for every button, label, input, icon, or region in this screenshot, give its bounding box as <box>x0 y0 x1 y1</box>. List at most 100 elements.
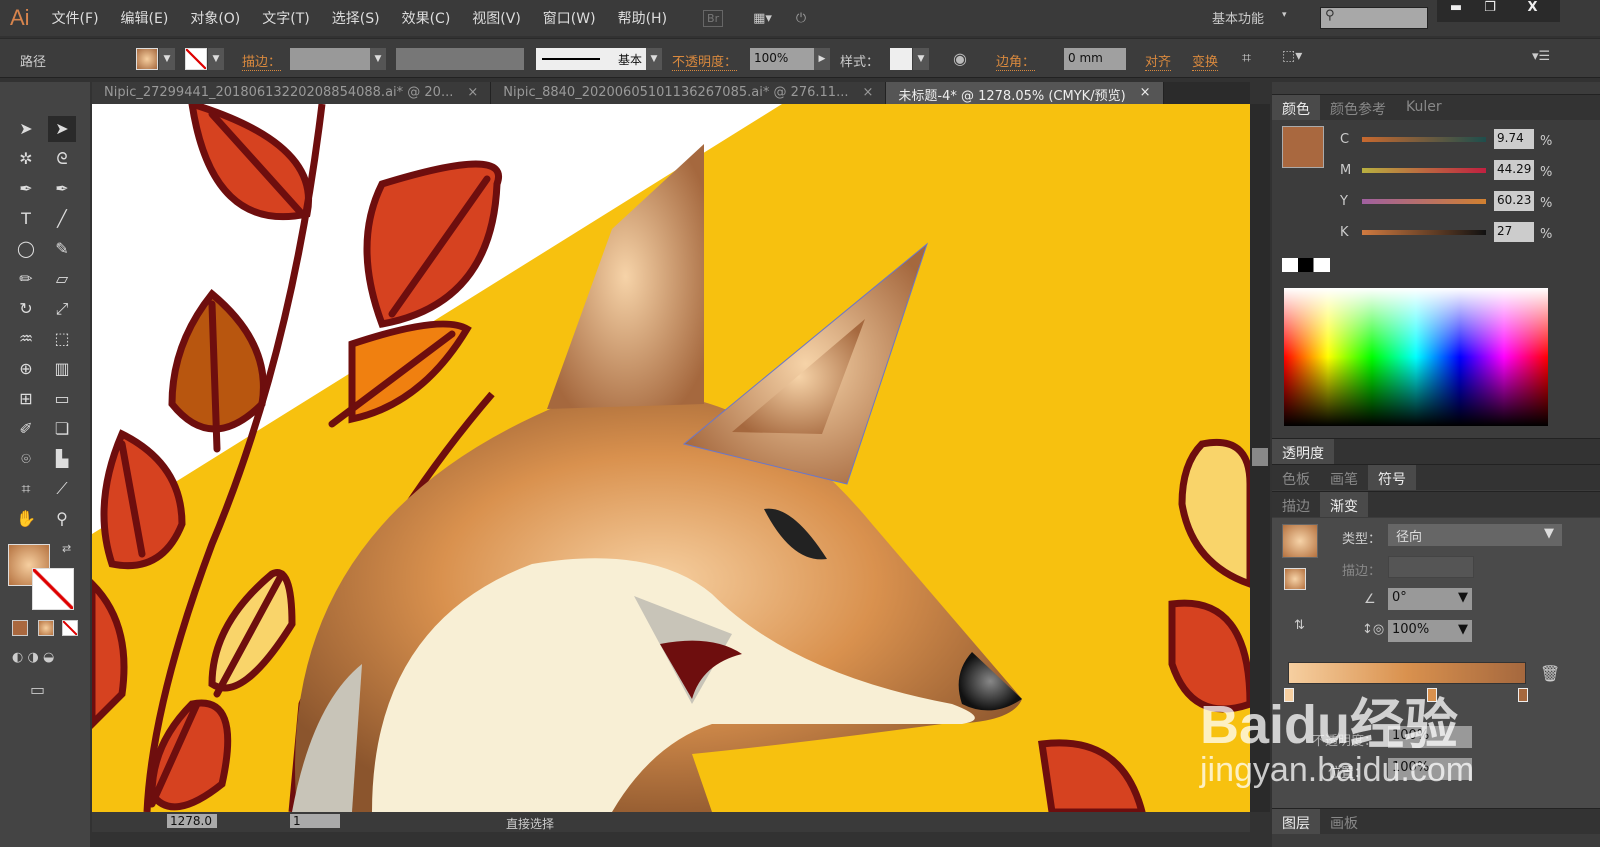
isolate-icon[interactable]: ⌗ <box>1242 48 1251 68</box>
shape-builder-tool-icon[interactable]: ⊕ <box>12 356 40 382</box>
magic-wand-tool-icon[interactable]: ✲ <box>12 146 40 172</box>
gradient-preview-swatch[interactable] <box>1282 524 1318 558</box>
current-color-swatch[interactable] <box>1282 126 1324 168</box>
tab-symbols[interactable]: 符号 <box>1368 465 1416 490</box>
reverse-gradient-icon[interactable]: ⇅ <box>1294 618 1305 633</box>
symbol-sprayer-tool-icon[interactable]: ⌾ <box>12 446 40 472</box>
brush-dropdown[interactable]: ▼ <box>646 48 662 70</box>
none-black-white-swatches[interactable] <box>1282 258 1330 272</box>
recolor-icon[interactable]: ◉ <box>953 49 967 68</box>
pencil-tool-icon[interactable]: ✏ <box>12 266 40 292</box>
line-tool-icon[interactable]: ╱ <box>48 206 76 232</box>
close-icon[interactable]: × <box>862 85 873 101</box>
tab-document-2[interactable]: Nipic_8840_20200605101136267085.ai* @ 27… <box>491 82 887 104</box>
stroke-label[interactable]: 描边： <box>242 51 282 71</box>
artboard-tool-icon[interactable]: ⌗ <box>12 476 40 502</box>
aspect-ratio-field[interactable]: 100% ▼ <box>1388 620 1472 642</box>
scale-tool-icon[interactable]: ⤢ <box>48 296 76 322</box>
angle-field[interactable]: 0° ▼ <box>1388 588 1472 610</box>
restore-button[interactable]: ❐ <box>1475 0 1505 22</box>
style-dropdown[interactable]: ▼ <box>913 48 929 70</box>
gradient-stop[interactable] <box>1518 688 1528 702</box>
corner-field[interactable]: 0 mm <box>1064 48 1126 70</box>
tab-gradient[interactable]: 渐变 <box>1320 492 1368 517</box>
transform-link[interactable]: 变换 <box>1192 51 1219 71</box>
tab-color-guide[interactable]: 颜色参考 <box>1320 95 1396 120</box>
gradient-tool-icon[interactable]: ▭ <box>48 386 76 412</box>
panel-menu-icon[interactable]: ▾☰ <box>1532 49 1550 64</box>
perspective-grid-tool-icon[interactable]: ▥ <box>48 356 76 382</box>
k-value[interactable]: 27 <box>1494 222 1534 242</box>
swap-colors-icon[interactable]: ⇄ <box>62 542 71 555</box>
search-input[interactable] <box>1320 7 1428 29</box>
tab-kuler[interactable]: Kuler <box>1396 95 1452 120</box>
stroke-gradient-buttons[interactable] <box>1388 556 1474 578</box>
delete-stop-icon[interactable]: 🗑 <box>1540 664 1560 683</box>
slice-tool-icon[interactable]: ⟋ <box>48 476 76 502</box>
zoom-field[interactable]: 1278.0 <box>167 814 217 828</box>
direct-selection-tool-icon[interactable]: ➤ <box>48 116 76 142</box>
none-mode-button[interactable] <box>62 620 78 636</box>
tab-document-3[interactable]: 未标题-4* @ 1278.05% (CMYK/预览) × <box>886 82 1164 104</box>
rotate-tool-icon[interactable]: ↻ <box>12 296 40 322</box>
artboard-field[interactable]: 1 <box>290 814 340 828</box>
tab-brushes[interactable]: 画笔 <box>1320 465 1368 490</box>
warp-tool-icon[interactable]: ♒ <box>12 326 40 352</box>
y-slider[interactable] <box>1362 199 1486 204</box>
menu-effect[interactable]: 效果(C) <box>402 8 451 28</box>
eraser-tool-icon[interactable]: ▱ <box>48 266 76 292</box>
close-window-button[interactable]: X <box>1505 0 1560 22</box>
ellipse-tool-icon[interactable]: ◯ <box>12 236 40 262</box>
stroke-weight-field[interactable] <box>290 48 370 70</box>
menu-file[interactable]: 文件(F) <box>52 8 99 28</box>
menu-type[interactable]: 文字(T) <box>262 8 309 28</box>
zoom-tool-icon[interactable]: ⚲ <box>48 506 76 532</box>
opacity-field[interactable]: 100% <box>750 48 814 70</box>
type-tool-icon[interactable]: T <box>12 206 40 232</box>
close-icon[interactable]: × <box>467 85 478 101</box>
draw-mode-icon[interactable]: ◐ ◑ ◒ <box>12 650 54 665</box>
lasso-tool-icon[interactable]: ᘓ <box>48 146 76 172</box>
artboard-canvas[interactable] <box>92 104 1250 812</box>
c-value[interactable]: 9.74 <box>1494 129 1534 149</box>
graph-tool-icon[interactable]: ▙ <box>48 446 76 472</box>
tab-document-1[interactable]: Nipic_27299441_20180613220208854088.ai* … <box>92 82 492 104</box>
opacity-label[interactable]: 不透明度： <box>672 51 738 71</box>
select-similar-icon[interactable]: ⬚▾ <box>1282 48 1302 64</box>
fill-swatch[interactable] <box>136 48 158 70</box>
tab-stroke[interactable]: 描边 <box>1272 492 1320 517</box>
paintbrush-tool-icon[interactable]: ✎ <box>48 236 76 262</box>
stroke-weight-dropdown[interactable]: ▼ <box>370 48 386 70</box>
pen-tool-icon[interactable]: ✒ <box>12 176 40 202</box>
gradient-mode-button[interactable] <box>38 620 54 636</box>
color-mode-button[interactable] <box>12 620 28 636</box>
bridge-button[interactable]: Br <box>703 9 724 27</box>
tab-transparency[interactable]: 透明度 <box>1272 439 1334 464</box>
menu-edit[interactable]: 编辑(E) <box>121 8 169 28</box>
eyedropper-tool-icon[interactable]: ✐ <box>12 416 40 442</box>
menu-object[interactable]: 对象(O) <box>190 8 240 28</box>
stroke-color-box[interactable] <box>32 568 74 610</box>
selection-tool-icon[interactable]: ➤ <box>12 116 40 142</box>
screen-mode-icon[interactable]: ▭ <box>30 680 45 699</box>
fill-stroke-indicator[interactable] <box>1284 568 1306 590</box>
menu-window[interactable]: 窗口(W) <box>543 8 596 28</box>
free-transform-tool-icon[interactable]: ⬚ <box>48 326 76 352</box>
tab-color[interactable]: 颜色 <box>1272 95 1320 120</box>
style-swatch[interactable] <box>890 48 912 70</box>
minimize-button[interactable]: ▬ <box>1437 0 1475 22</box>
scroll-thumb[interactable] <box>1252 448 1268 466</box>
gradient-type-select[interactable]: 径向 ▼ <box>1388 524 1562 546</box>
sync-icon[interactable]: ⏻ <box>796 11 806 26</box>
opacity-arrow[interactable]: ▶ <box>814 48 830 70</box>
k-slider[interactable] <box>1362 230 1486 235</box>
fill-dropdown[interactable]: ▼ <box>159 48 175 70</box>
arrange-documents-icon[interactable]: ▦▾ <box>753 11 772 26</box>
align-link[interactable]: 对齐 <box>1145 51 1172 71</box>
workspace-switcher[interactable]: 基本功能 <box>1212 8 1264 27</box>
m-value[interactable]: 44.29 <box>1494 160 1534 180</box>
y-value[interactable]: 60.23 <box>1494 191 1534 211</box>
blend-tool-icon[interactable]: ❏ <box>48 416 76 442</box>
current-tool-status[interactable]: 直接选择 <box>506 815 554 832</box>
mesh-tool-icon[interactable]: ⊞ <box>12 386 40 412</box>
